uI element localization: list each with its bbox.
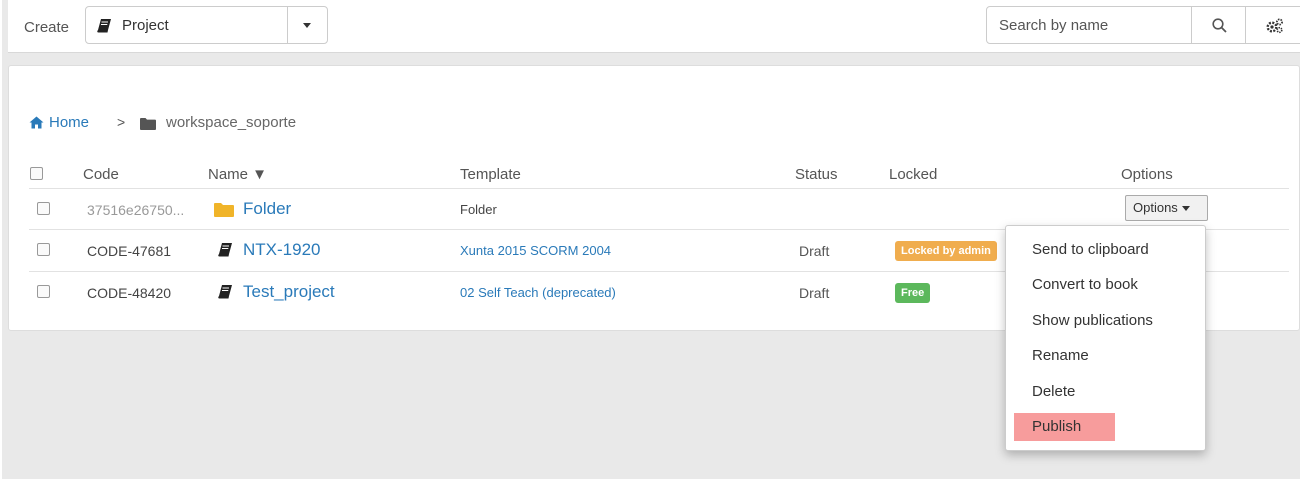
menu-item-delete[interactable]: Delete [1032, 383, 1075, 400]
book-icon [218, 243, 233, 260]
menu-item-publish[interactable]: Publish [1014, 413, 1115, 441]
gears-icon [1266, 18, 1283, 34]
breadcrumb-home-link[interactable]: Home [49, 114, 89, 131]
menu-item-rename[interactable]: Rename [1032, 347, 1089, 364]
create-type-select[interactable]: Project [85, 6, 328, 44]
col-header-status[interactable]: Status [795, 166, 838, 183]
left-edge [0, 0, 2, 479]
row-checkbox[interactable] [37, 202, 50, 215]
row-name-link[interactable]: NTX-1920 [243, 240, 320, 260]
row-status: Draft [799, 285, 830, 301]
book-icon [97, 19, 112, 36]
free-badge: Free [895, 283, 931, 303]
row-name-link[interactable]: Folder [243, 199, 291, 219]
menu-item-show-publications[interactable]: Show publications [1032, 312, 1153, 329]
select-divider [287, 7, 288, 43]
options-button-label: Options [1133, 200, 1178, 215]
search-button[interactable] [1191, 6, 1246, 44]
header-divider [29, 188, 1289, 189]
folder-icon [140, 117, 156, 134]
menu-item-convert-to-book[interactable]: Convert to book [1032, 276, 1138, 293]
row-template-link[interactable]: 02 Self Teach (deprecated) [460, 285, 616, 300]
row-status: Draft [799, 243, 830, 259]
col-header-code[interactable]: Code [83, 166, 119, 183]
col-header-template[interactable]: Template [460, 166, 521, 183]
options-button[interactable]: Options [1125, 195, 1208, 221]
locked-badge: Locked by admin [895, 241, 997, 261]
chevron-down-icon[interactable] [303, 23, 311, 28]
row-code: CODE-48420 [87, 285, 172, 301]
folder-icon [214, 203, 234, 220]
top-toolbar: Create Project [8, 0, 1300, 53]
search-icon [1212, 18, 1227, 33]
row-code: CODE-47681 [87, 243, 172, 259]
row-code: 37516e26750... [87, 202, 185, 218]
row-checkbox[interactable] [37, 243, 50, 256]
menu-item-send-to-clipboard[interactable]: Send to clipboard [1032, 241, 1149, 258]
create-label: Create [24, 19, 70, 36]
col-header-name[interactable]: Name ▼ [208, 166, 267, 183]
create-type-value: Project [122, 17, 169, 34]
row-template: Folder [460, 202, 497, 217]
breadcrumb-separator: > [117, 114, 126, 130]
row-checkbox[interactable] [37, 285, 50, 298]
options-dropdown-menu: Send to clipboard Convert to book Show p… [1005, 225, 1206, 451]
col-header-options: Options [1121, 166, 1173, 183]
book-icon [218, 285, 233, 302]
breadcrumb-current: workspace_soporte [166, 114, 297, 131]
select-all-checkbox[interactable] [30, 167, 43, 180]
row-template-link[interactable]: Xunta 2015 SCORM 2004 [460, 243, 611, 258]
col-header-locked[interactable]: Locked [889, 166, 937, 183]
home-icon [29, 116, 44, 133]
search-input[interactable] [986, 6, 1192, 44]
caret-down-icon [1181, 206, 1190, 212]
row-name-link[interactable]: Test_project [243, 282, 335, 302]
settings-button[interactable] [1245, 6, 1300, 44]
